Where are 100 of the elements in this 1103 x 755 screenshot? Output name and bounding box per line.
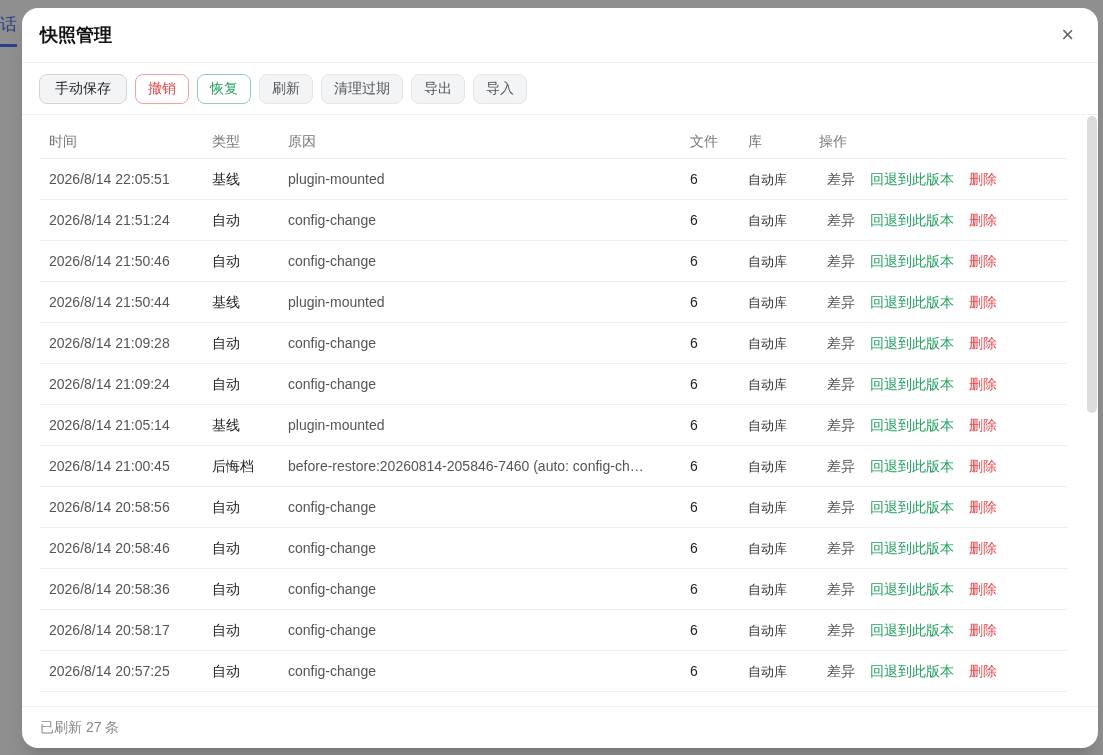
- table-cell: 自动库: [748, 458, 787, 474]
- table-cell: 2026/8/14 21:50:44: [49, 293, 170, 310]
- column-header: 时间: [49, 133, 77, 149]
- table-cell: 自动: [212, 252, 240, 269]
- table-cell: 自动库: [748, 335, 787, 351]
- diff-link[interactable]: 差异: [827, 209, 855, 231]
- rollback-link[interactable]: 回退到此版本: [870, 578, 954, 600]
- rollback-link[interactable]: 回退到此版本: [870, 168, 954, 190]
- delete-link[interactable]: 删除: [969, 619, 997, 641]
- table-cell: 自动: [212, 211, 240, 228]
- delete-link[interactable]: 删除: [969, 578, 997, 600]
- toolbar-button[interactable]: 导入: [473, 73, 527, 104]
- diff-link[interactable]: 差异: [827, 332, 855, 354]
- table-cell: plugin-mounted: [288, 170, 385, 187]
- table-cell: 自动库: [748, 540, 787, 556]
- delete-link[interactable]: 删除: [969, 209, 997, 231]
- column-header: 操作: [819, 133, 847, 149]
- table-cell: 2026/8/14 21:09:24: [49, 375, 170, 392]
- table-cell: 2026/8/14 21:05:14: [49, 416, 170, 433]
- toolbar-button[interactable]: 手动保存: [39, 73, 127, 104]
- table-cell: 基线: [212, 293, 240, 310]
- tab[interactable]: 话: [0, 12, 17, 47]
- table-cell: 2026/8/14 20:58:17: [49, 621, 170, 638]
- rollback-link[interactable]: 回退到此版本: [870, 537, 954, 559]
- table-cell: 自动库: [748, 376, 787, 392]
- table-cell: config-change: [288, 539, 376, 556]
- toolbar-button[interactable]: 撤销: [135, 73, 189, 104]
- table-cell: 6: [690, 498, 698, 515]
- table-cell: 自动: [212, 580, 240, 597]
- table-cell: 基线: [212, 416, 240, 433]
- table-cell: 自动库: [748, 294, 787, 310]
- delete-link[interactable]: 删除: [969, 373, 997, 395]
- delete-link[interactable]: 删除: [969, 332, 997, 354]
- rollback-link[interactable]: 回退到此版本: [870, 455, 954, 477]
- rollback-link[interactable]: 回退到此版本: [870, 414, 954, 436]
- table-cell: 2026/8/14 20:58:36: [49, 580, 170, 597]
- table-cell: 6: [690, 416, 698, 433]
- table-cell: config-change: [288, 211, 376, 228]
- table-cell: 6: [690, 457, 698, 474]
- rollback-link[interactable]: 回退到此版本: [870, 660, 954, 682]
- table-cell: 自动: [212, 662, 240, 679]
- delete-link[interactable]: 删除: [969, 291, 997, 313]
- scrollbar[interactable]: [1087, 116, 1097, 413]
- diff-link[interactable]: 差异: [827, 250, 855, 272]
- table-cell: 自动库: [748, 663, 787, 679]
- delete-link[interactable]: 删除: [969, 660, 997, 682]
- table-cell: 6: [690, 211, 698, 228]
- table-cell: 自动: [212, 375, 240, 392]
- table-cell: 2026/8/14 20:58:56: [49, 498, 170, 515]
- table-cell: 自动库: [748, 622, 787, 638]
- rollback-link[interactable]: 回退到此版本: [870, 496, 954, 518]
- table-cell: 自动库: [748, 253, 787, 269]
- delete-link[interactable]: 删除: [969, 250, 997, 272]
- table-cell: 自动库: [748, 581, 787, 597]
- table-cell: 6: [690, 539, 698, 556]
- diff-link[interactable]: 差异: [827, 578, 855, 600]
- table-cell: 自动库: [748, 499, 787, 515]
- delete-link[interactable]: 删除: [969, 414, 997, 436]
- table-cell: 6: [690, 621, 698, 638]
- close-button[interactable]: ×: [1061, 24, 1074, 46]
- table-cell: 自动库: [748, 417, 787, 433]
- table-cell: before-restore:20260814-205846-7460 (auto: config-ch…: [288, 457, 644, 474]
- rollback-link[interactable]: 回退到此版本: [870, 250, 954, 272]
- delete-link[interactable]: 删除: [969, 496, 997, 518]
- column-header: 文件: [690, 133, 718, 149]
- diff-link[interactable]: 差异: [827, 496, 855, 518]
- diff-link[interactable]: 差异: [827, 537, 855, 559]
- diff-link[interactable]: 差异: [827, 291, 855, 313]
- table-cell: 6: [690, 662, 698, 679]
- delete-link[interactable]: 删除: [969, 537, 997, 559]
- delete-link[interactable]: 删除: [969, 455, 997, 477]
- table-cell: plugin-mounted: [288, 416, 385, 433]
- diff-link[interactable]: 差异: [827, 373, 855, 395]
- delete-link[interactable]: 删除: [969, 168, 997, 190]
- toolbar-button[interactable]: 刷新: [259, 73, 313, 104]
- rollback-link[interactable]: 回退到此版本: [870, 291, 954, 313]
- table-cell: 6: [690, 170, 698, 187]
- table-cell: config-change: [288, 621, 376, 638]
- table-cell: 2026/8/14 20:57:25: [49, 662, 170, 679]
- table-cell: 6: [690, 375, 698, 392]
- table-cell: config-change: [288, 375, 376, 392]
- diff-link[interactable]: 差异: [827, 660, 855, 682]
- toolbar-button[interactable]: 恢复: [197, 73, 251, 104]
- table-cell: 2026/8/14 21:51:24: [49, 211, 170, 228]
- table-cell: 6: [690, 580, 698, 597]
- rollback-link[interactable]: 回退到此版本: [870, 373, 954, 395]
- table-cell: 自动: [212, 498, 240, 515]
- diff-link[interactable]: 差异: [827, 619, 855, 641]
- toolbar-button[interactable]: 清理过期: [321, 73, 403, 104]
- diff-link[interactable]: 差异: [827, 414, 855, 436]
- table-cell: 基线: [212, 170, 240, 187]
- table-cell: 自动: [212, 621, 240, 638]
- rollback-link[interactable]: 回退到此版本: [870, 209, 954, 231]
- toolbar-button[interactable]: 导出: [411, 73, 465, 104]
- rollback-link[interactable]: 回退到此版本: [870, 619, 954, 641]
- table-cell: 自动库: [748, 212, 787, 228]
- rollback-link[interactable]: 回退到此版本: [870, 332, 954, 354]
- diff-link[interactable]: 差异: [827, 168, 855, 190]
- diff-link[interactable]: 差异: [827, 455, 855, 477]
- table-cell: 6: [690, 334, 698, 351]
